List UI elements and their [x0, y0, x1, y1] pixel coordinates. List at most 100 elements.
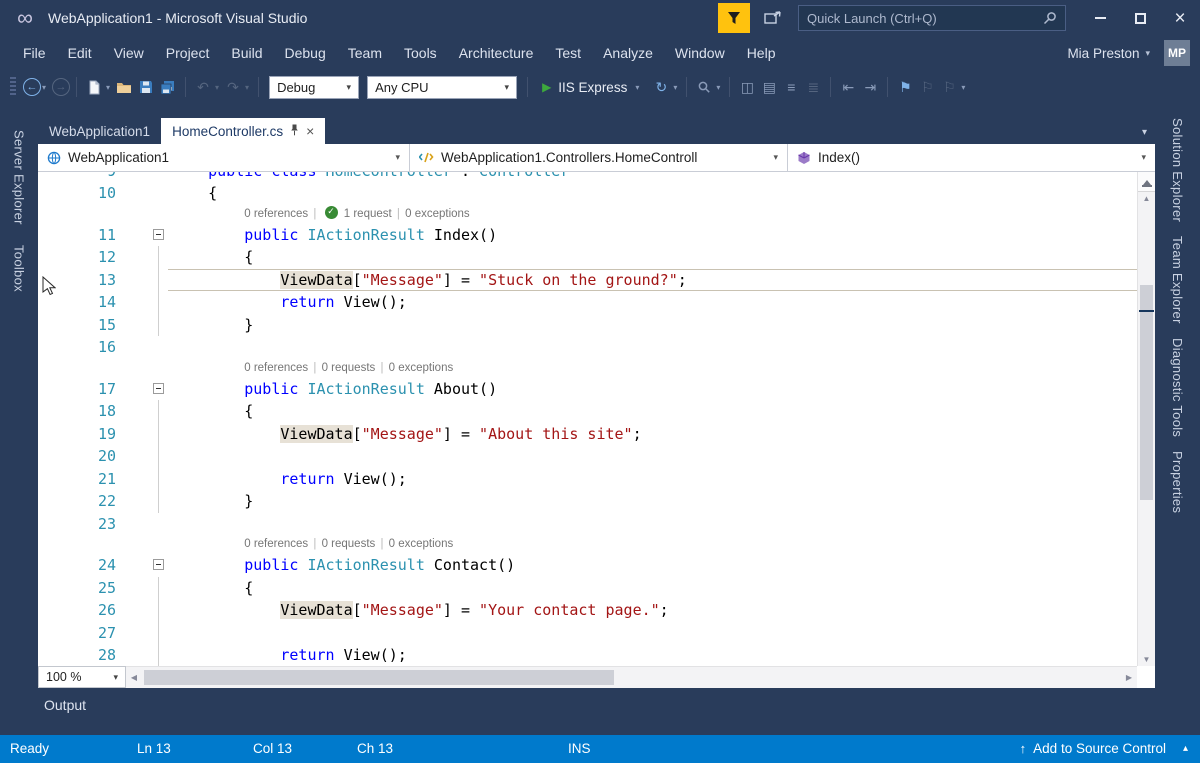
toolbar-overflow-icon[interactable]: ▾: [961, 83, 965, 92]
properties-window-icon[interactable]: ▤: [758, 76, 780, 98]
navigate-forward-icon[interactable]: →: [52, 78, 70, 96]
new-file-icon[interactable]: [83, 76, 105, 98]
find-dropdown-icon[interactable]: ▾: [716, 83, 720, 92]
menu-edit[interactable]: Edit: [57, 45, 103, 61]
quick-launch[interactable]: Quick Launch (Ctrl+Q): [798, 5, 1066, 31]
menu-project[interactable]: Project: [155, 45, 221, 61]
horizontal-scroll-thumb[interactable]: [144, 670, 614, 685]
vertical-scrollbar[interactable]: ▲ ▼: [1137, 172, 1155, 666]
navigate-back-icon[interactable]: ←: [23, 78, 41, 96]
undo-dropdown-icon[interactable]: ▾: [215, 83, 219, 92]
increase-indent-icon[interactable]: ⇥: [859, 76, 881, 98]
menu-file[interactable]: File: [12, 45, 57, 61]
add-to-source-control-button[interactable]: ↑ Add to Source Control: [1020, 735, 1166, 763]
project-dropdown[interactable]: WebApplication1 ▾: [38, 144, 410, 171]
code-line[interactable]: 16: [38, 336, 1137, 359]
toolbar-grip[interactable]: [10, 77, 16, 97]
code-line[interactable]: 17public IActionResult About(): [38, 378, 1137, 401]
chevron-up-icon[interactable]: ▴: [1183, 735, 1188, 763]
previous-bookmark-icon[interactable]: ⚐: [916, 76, 938, 98]
save-all-icon[interactable]: [157, 76, 179, 98]
redo-icon[interactable]: ↷: [222, 76, 244, 98]
menu-analyze[interactable]: Analyze: [592, 45, 664, 61]
code-line[interactable]: 22}: [38, 490, 1137, 513]
code-line[interactable]: 15}: [38, 314, 1137, 337]
splitter-grip-icon[interactable]: [1138, 172, 1155, 192]
scroll-left-icon[interactable]: ◀: [126, 667, 142, 688]
code-line[interactable]: 19ViewData["Message"] = "About this site…: [38, 423, 1137, 446]
code-line[interactable]: 24public IActionResult Contact(): [38, 554, 1137, 577]
solution-explorer-sync-icon[interactable]: ◫: [736, 76, 758, 98]
code-line[interactable]: 26ViewData["Message"] = "Your contact pa…: [38, 599, 1137, 622]
output-panel-title[interactable]: Output: [44, 697, 86, 713]
code-line[interactable]: 20: [38, 445, 1137, 468]
code-line[interactable]: 14return View();: [38, 291, 1137, 314]
fold-collapse-icon[interactable]: [153, 383, 164, 394]
tab-overflow-icon[interactable]: ▾: [1142, 127, 1147, 138]
code-line[interactable]: 11public IActionResult Index(): [38, 224, 1137, 247]
refresh-icon[interactable]: ↻: [650, 76, 672, 98]
solution-platforms-dropdown[interactable]: Any CPU ▾: [367, 76, 517, 99]
start-debug-button[interactable]: ▶ IIS Express ▾: [542, 80, 642, 95]
menu-window[interactable]: Window: [664, 45, 736, 61]
tool-tab-server-explorer[interactable]: Server Explorer: [12, 130, 27, 225]
close-tab-icon[interactable]: ×: [306, 124, 314, 138]
type-dropdown[interactable]: WebApplication1.Controllers.HomeControll…: [410, 144, 788, 171]
code-lines[interactable]: 9public class HomeController : Controlle…: [38, 172, 1137, 666]
tool-tab-solution-explorer[interactable]: Solution Explorer: [1170, 118, 1185, 222]
tool-tab-diagnostic-tools[interactable]: Diagnostic Tools: [1170, 338, 1185, 437]
menu-view[interactable]: View: [103, 45, 155, 61]
code-line[interactable]: 25{: [38, 577, 1137, 600]
maximize-button[interactable]: [1120, 0, 1160, 36]
fold-collapse-icon[interactable]: [153, 229, 164, 240]
code-line[interactable]: 28return View();: [38, 644, 1137, 666]
code-line[interactable]: 13ViewData["Message"] = "Stuck on the gr…: [38, 269, 1137, 292]
back-dropdown-icon[interactable]: ▾: [42, 83, 46, 92]
solution-configurations-dropdown[interactable]: Debug ▾: [269, 76, 359, 99]
member-dropdown[interactable]: Index() ▾: [788, 144, 1155, 171]
code-line[interactable]: 12{: [38, 246, 1137, 269]
code-line[interactable]: 23: [38, 513, 1137, 536]
menu-help[interactable]: Help: [736, 45, 787, 61]
document-tab-homecontroller-cs[interactable]: HomeController.cs×: [161, 118, 325, 144]
horizontal-scrollbar[interactable]: ◀ ▶: [126, 666, 1137, 688]
undo-icon[interactable]: ↶: [192, 76, 214, 98]
tool-tab-properties[interactable]: Properties: [1170, 451, 1185, 513]
scroll-up-icon[interactable]: ▲: [1138, 194, 1155, 203]
refresh-dropdown-icon[interactable]: ▾: [673, 83, 677, 92]
document-tab-webapplication1[interactable]: WebApplication1: [38, 118, 161, 144]
vertical-scroll-thumb[interactable]: [1140, 285, 1153, 500]
menu-test[interactable]: Test: [544, 45, 592, 61]
code-line[interactable]: 10{: [38, 182, 1137, 205]
feedback-icon[interactable]: [760, 5, 786, 31]
codelens-row[interactable]: 0 references | 0 requests | 0 exceptions: [38, 359, 1137, 378]
menu-team[interactable]: Team: [337, 45, 393, 61]
minimize-button[interactable]: [1080, 0, 1120, 36]
find-in-files-icon[interactable]: [693, 76, 715, 98]
code-line[interactable]: 9public class HomeController : Controlle…: [38, 172, 1137, 182]
scroll-right-icon[interactable]: ▶: [1121, 667, 1137, 688]
zoom-control[interactable]: 100 % ▾: [38, 666, 126, 688]
scroll-down-icon[interactable]: ▼: [1138, 655, 1155, 664]
comment-lines-icon[interactable]: ≡: [780, 76, 802, 98]
save-icon[interactable]: [135, 76, 157, 98]
next-bookmark-icon[interactable]: ⚐: [938, 76, 960, 98]
toggle-bookmark-icon[interactable]: ⚑: [894, 76, 916, 98]
avatar[interactable]: MP: [1164, 40, 1190, 66]
new-file-dropdown-icon[interactable]: ▾: [106, 83, 110, 92]
code-line[interactable]: 27: [38, 622, 1137, 645]
menu-tools[interactable]: Tools: [393, 45, 448, 61]
uncomment-lines-icon[interactable]: ≣: [802, 76, 824, 98]
menu-architecture[interactable]: Architecture: [448, 45, 545, 61]
code-line[interactable]: 21return View();: [38, 468, 1137, 491]
tool-tab-toolbox[interactable]: Toolbox: [12, 245, 27, 292]
open-file-icon[interactable]: [113, 76, 135, 98]
menu-debug[interactable]: Debug: [274, 45, 337, 61]
user-menu[interactable]: Mia Preston ▾: [1067, 46, 1150, 61]
redo-dropdown-icon[interactable]: ▾: [245, 83, 249, 92]
codelens-row[interactable]: 0 references | ✓ 1 request | 0 exception…: [38, 205, 1137, 224]
notifications-icon[interactable]: [718, 3, 750, 33]
pin-icon[interactable]: [290, 124, 299, 139]
decrease-indent-icon[interactable]: ⇤: [837, 76, 859, 98]
tool-tab-team-explorer[interactable]: Team Explorer: [1170, 236, 1185, 324]
